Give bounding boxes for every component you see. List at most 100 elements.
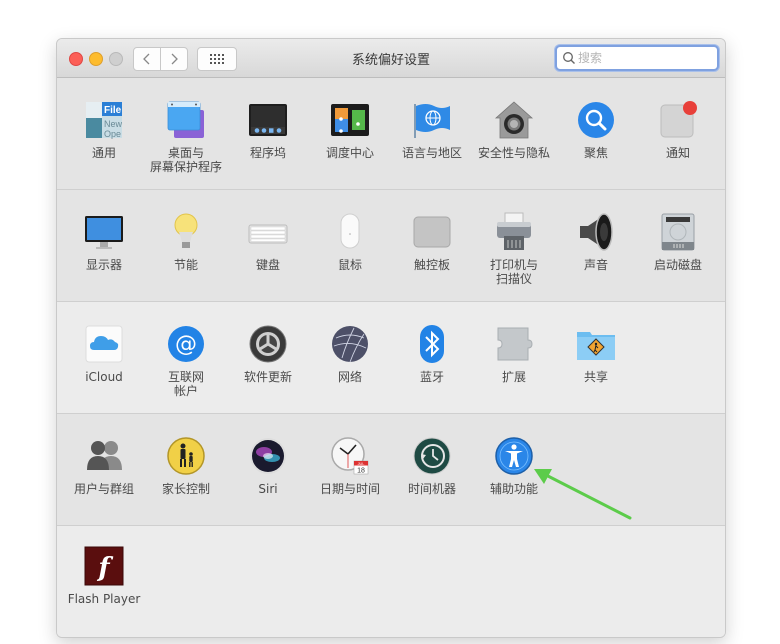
pane-date-time[interactable]: JUL 18 日期与时间 [309, 436, 391, 496]
pane-label: 日期与时间 [319, 482, 380, 496]
parental-controls-icon [166, 436, 206, 476]
pane-language-region[interactable]: 语言与地区 [391, 100, 473, 160]
pane-mission-control[interactable]: 调度中心 [309, 100, 391, 160]
section-other: f Flash Player [57, 526, 725, 637]
pane-label: 网络 [337, 370, 362, 384]
siri-icon [248, 436, 288, 476]
title-bar: 系统偏好设置 [57, 39, 725, 78]
extensions-icon [494, 324, 534, 364]
pane-label: 蓝牙 [419, 370, 444, 384]
energy-saver-icon [166, 212, 206, 252]
accessibility-icon [494, 436, 534, 476]
pane-sharing[interactable]: 共享 [555, 324, 637, 384]
icloud-icon [84, 324, 124, 364]
svg-text:@: @ [175, 332, 197, 357]
pane-label: 显示器 [85, 258, 122, 272]
pane-label: 节能 [173, 258, 198, 272]
pane-software-update[interactable]: 软件更新 [227, 324, 309, 384]
section-internet-wireless: iCloud @ 互联网 帐户 软件更新 网络 蓝牙 扩展 共享 [57, 302, 725, 414]
network-icon [330, 324, 370, 364]
pane-desktop-screensaver[interactable]: 桌面与 屏幕保护程序 [145, 100, 227, 174]
pane-spotlight[interactable]: 聚焦 [555, 100, 637, 160]
pane-label: 辅助功能 [489, 482, 538, 496]
language-region-icon [412, 100, 452, 140]
users-groups-icon [84, 436, 124, 476]
pane-label: 扩展 [501, 370, 526, 384]
pane-time-machine[interactable]: 时间机器 [391, 436, 473, 496]
spotlight-icon [576, 100, 616, 140]
software-update-icon [248, 324, 288, 364]
search-input[interactable] [576, 51, 708, 65]
general-icon: File New Ope [84, 100, 124, 140]
pane-network[interactable]: 网络 [309, 324, 391, 384]
pane-general[interactable]: File New Ope 通用 [63, 100, 145, 160]
desktop-screensaver-icon [166, 100, 206, 140]
pane-dock[interactable]: 程序坞 [227, 100, 309, 160]
pane-label: 时间机器 [407, 482, 456, 496]
pane-label: 程序坞 [249, 146, 286, 160]
pane-label: iCloud [85, 370, 123, 384]
displays-icon [84, 212, 124, 252]
search-field[interactable] [555, 45, 719, 71]
pane-displays[interactable]: 显示器 [63, 212, 145, 272]
startup-disk-icon [658, 212, 698, 252]
pane-parental-controls[interactable]: 家长控制 [145, 436, 227, 496]
pane-trackpad[interactable]: 触控板 [391, 212, 473, 272]
pane-label: 家长控制 [161, 482, 210, 496]
pane-label: 聚焦 [583, 146, 608, 160]
trackpad-icon [412, 212, 452, 252]
pane-startup-disk[interactable]: 启动磁盘 [637, 212, 719, 272]
pane-bluetooth[interactable]: 蓝牙 [391, 324, 473, 384]
pane-icloud[interactable]: iCloud [63, 324, 145, 384]
sharing-icon [576, 324, 616, 364]
printer-scanner-icon [494, 212, 534, 252]
pane-label: 启动磁盘 [653, 258, 702, 272]
pane-notifications[interactable]: 通知 [637, 100, 719, 160]
pane-security-privacy[interactable]: 安全性与隐私 [473, 100, 555, 160]
svg-text:18: 18 [357, 468, 365, 475]
pane-flash-player[interactable]: f Flash Player [63, 546, 145, 606]
pane-label: 通用 [91, 146, 116, 160]
search-icon [563, 52, 575, 64]
dock-icon [248, 100, 288, 140]
flash-player-icon: f [84, 546, 124, 586]
pane-extensions[interactable]: 扩展 [473, 324, 555, 384]
pane-label: 触控板 [413, 258, 450, 272]
pane-label: Flash Player [67, 592, 141, 606]
pane-accessibility[interactable]: 辅助功能 [473, 436, 555, 496]
svg-text:JUL: JUL [358, 462, 365, 466]
section-personal: File New Ope 通用 桌面与 屏幕保护程序 程序坞 调度中心 语言与地… [57, 78, 725, 190]
svg-text:Ope: Ope [104, 129, 121, 139]
pane-label: 互联网 帐户 [167, 370, 204, 398]
svg-text:New: New [104, 119, 123, 129]
time-machine-icon [412, 436, 452, 476]
pane-label: 打印机与 扫描仪 [489, 258, 538, 286]
pane-label: 软件更新 [243, 370, 292, 384]
mission-control-icon [330, 100, 370, 140]
pane-sound[interactable]: 声音 [555, 212, 637, 272]
pane-label: 用户与群组 [73, 482, 134, 496]
pane-label: 通知 [665, 146, 690, 160]
section-system: 用户与群组 家长控制 Siri JUL 18 日期与时间 时间机器 辅助功能 [57, 414, 725, 526]
mouse-icon [330, 212, 370, 252]
pane-users-groups[interactable]: 用户与群组 [63, 436, 145, 496]
pane-printers-scanners[interactable]: 打印机与 扫描仪 [473, 212, 555, 286]
pane-siri[interactable]: Siri [227, 436, 309, 496]
security-privacy-icon [494, 100, 534, 140]
pane-label: 共享 [583, 370, 608, 384]
pane-keyboard[interactable]: 键盘 [227, 212, 309, 272]
pane-mouse[interactable]: 鼠标 [309, 212, 391, 272]
pane-energy-saver[interactable]: 节能 [145, 212, 227, 272]
date-time-icon: JUL 18 [330, 436, 370, 476]
pane-label: 鼠标 [337, 258, 362, 272]
pane-label: 键盘 [255, 258, 280, 272]
system-preferences-window: 系统偏好设置 File New Ope 通用 [56, 38, 726, 638]
pane-label: 安全性与隐私 [477, 146, 550, 160]
svg-text:File: File [104, 105, 122, 116]
pane-internet-accounts[interactable]: @ 互联网 帐户 [145, 324, 227, 398]
pane-label: 声音 [583, 258, 608, 272]
sound-icon [576, 212, 616, 252]
pane-label: 语言与地区 [401, 146, 462, 160]
pane-label: 桌面与 屏幕保护程序 [149, 146, 222, 174]
bluetooth-icon [412, 324, 452, 364]
